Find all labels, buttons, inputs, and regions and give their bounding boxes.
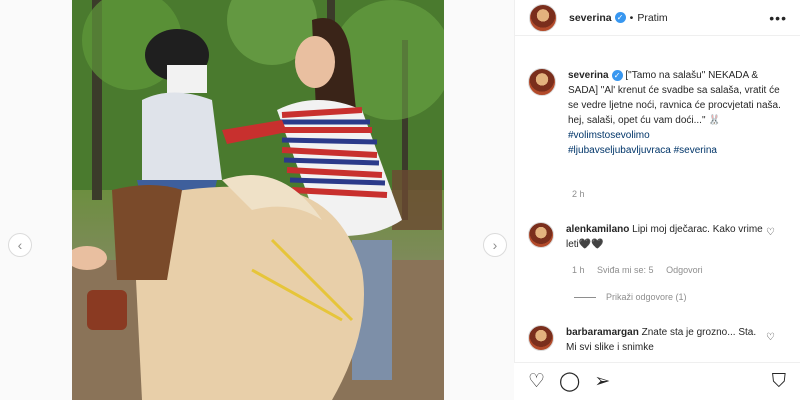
comment-avatar[interactable] (528, 325, 554, 351)
left-gutter (0, 0, 72, 400)
comment-meta: 1 h Sviđa mi se: 5 Odgovori (572, 265, 713, 275)
hashtag[interactable]: #ljubavseljubavljuvraca (568, 145, 671, 156)
hashtag[interactable]: #severina (674, 145, 717, 156)
comment-username[interactable]: barbaramargan (566, 327, 639, 338)
caption-username[interactable]: severina (568, 70, 609, 81)
replies-line (574, 296, 596, 298)
comment-text-block: barbaramargan Znate sta je grozno... Sta… (566, 325, 766, 355)
view-replies-label: Prikaži odgovore (1) (606, 292, 687, 302)
comment-heart-icon[interactable]: ♡ (766, 227, 778, 238)
post-header: severina ✓ • Pratim ••• (515, 0, 800, 36)
more-icon[interactable]: ••• (769, 10, 787, 26)
bookmark-icon[interactable]: ⛉ (772, 372, 786, 391)
comment-avatar[interactable] (528, 222, 554, 248)
avatar[interactable] (529, 3, 557, 32)
comment-icon[interactable]: ◯ (559, 372, 580, 391)
comment-time: 1 h (572, 265, 585, 275)
action-bar: ♡ ◯ ➢ ⛉ (514, 362, 800, 400)
comment-likes[interactable]: Sviđa mi se: 5 (597, 265, 654, 275)
hashtag[interactable]: #volimstosevolimo (568, 130, 650, 141)
view-replies-button[interactable]: Prikaži odgovore (1) (574, 292, 687, 302)
verified-icon: ✓ (614, 12, 626, 23)
chevron-right-icon[interactable]: › (483, 233, 507, 257)
caption: severina ✓ ["Tamo na salašu" NEKADA & SAD… (528, 68, 790, 158)
chevron-left-icon[interactable]: ‹ (8, 233, 32, 257)
caption-text-block: severina ✓ ["Tamo na salašu" NEKADA & SAD… (568, 68, 788, 158)
share-icon[interactable]: ➢ (594, 372, 610, 391)
separator-dot: • (629, 11, 634, 24)
verified-icon: ✓ (611, 69, 623, 81)
comment-text-block: alenkamilano Lipi moj dječarac. Kako vri… (566, 222, 766, 252)
comment-username[interactable]: alenkamilano (566, 224, 629, 235)
comment: barbaramargan Znate sta je grozno... Sta… (528, 325, 790, 355)
photo-illustration (72, 0, 444, 400)
username[interactable]: severina (569, 12, 612, 24)
comment: alenkamilano Lipi moj dječarac. Kako vri… (528, 222, 790, 252)
reply-button[interactable]: Odgovori (666, 265, 703, 275)
heart-icon[interactable]: ♡ (528, 372, 545, 391)
comment-heart-icon[interactable]: ♡ (766, 332, 778, 343)
follow-status-button[interactable]: Pratim (637, 12, 667, 24)
post-photo[interactable] (72, 0, 444, 400)
caption-avatar[interactable] (528, 68, 556, 96)
caption-timestamp: 2 h (572, 189, 585, 199)
